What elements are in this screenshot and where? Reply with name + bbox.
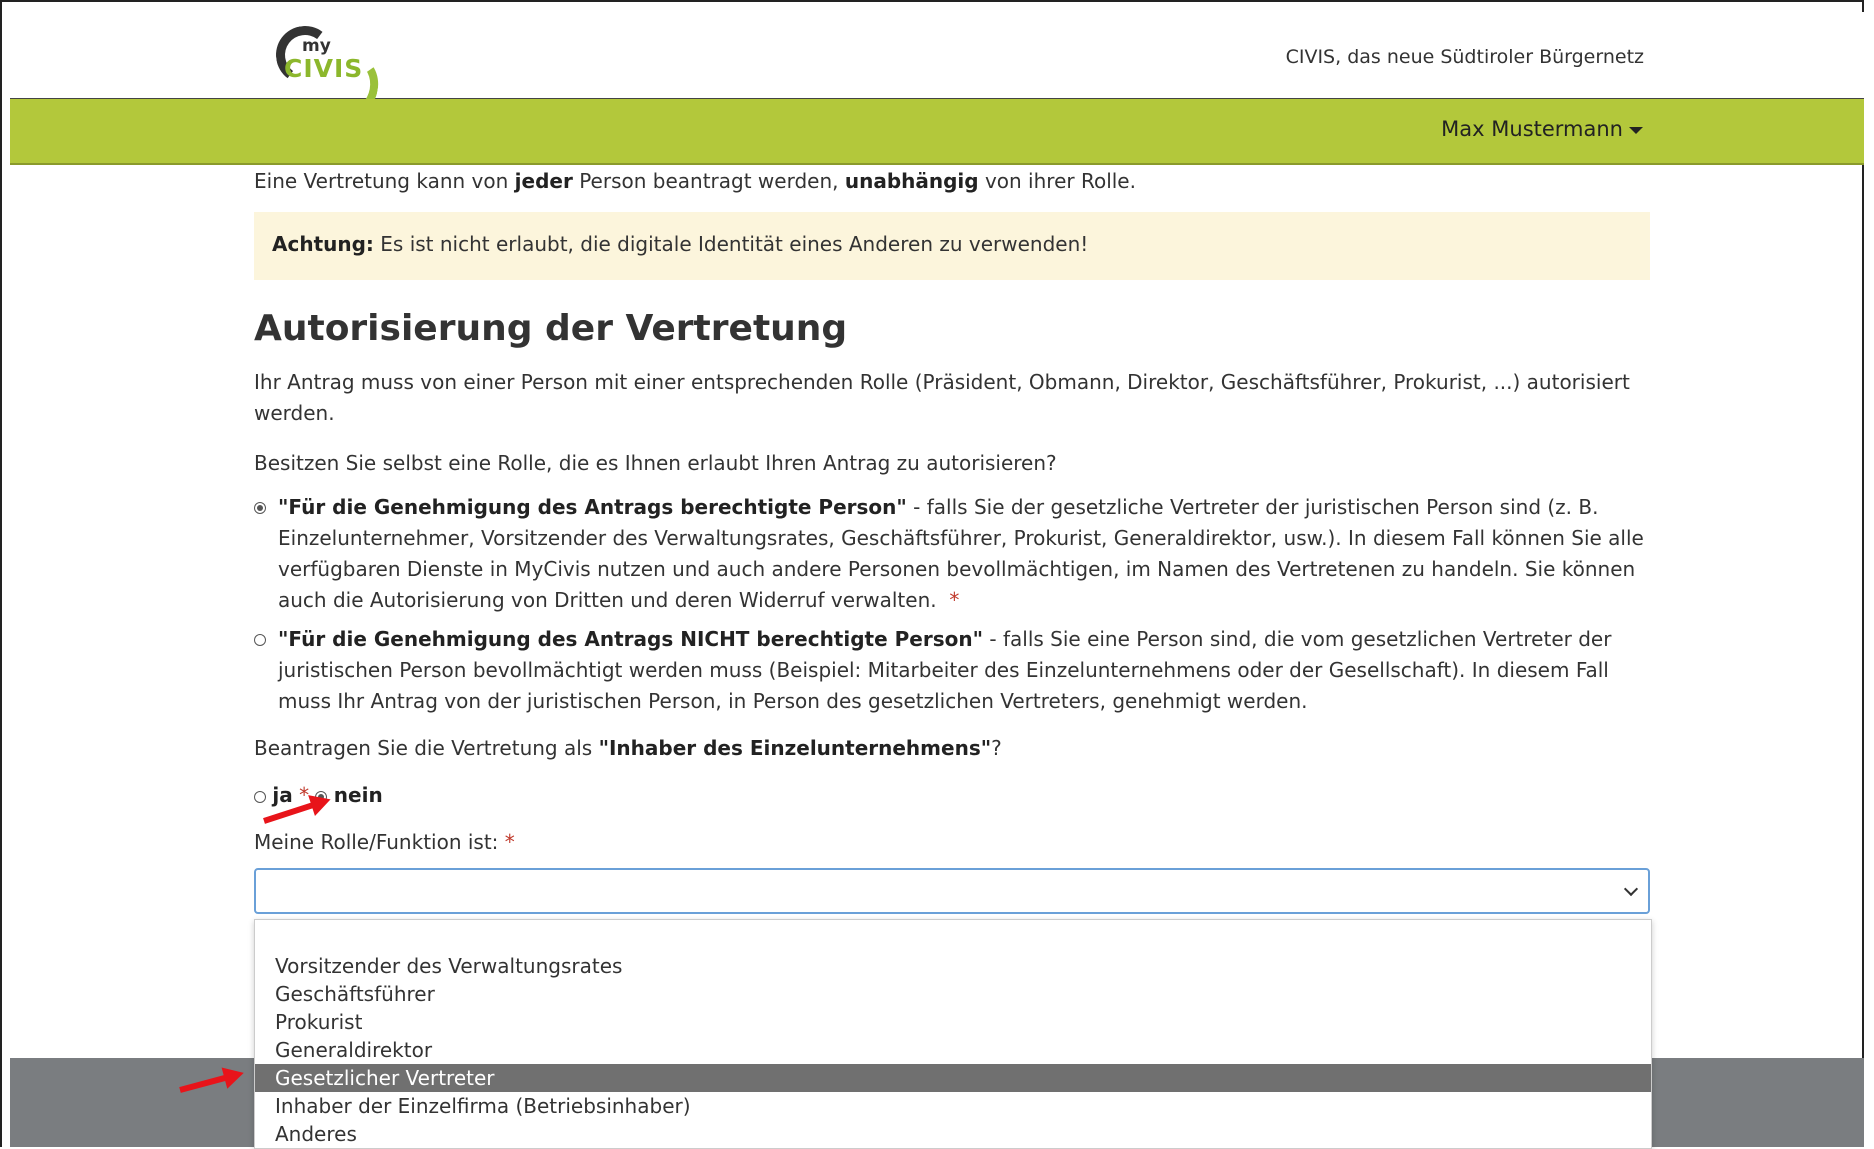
intro-part2: Person beantragt werden, bbox=[572, 169, 845, 193]
role-option[interactable]: Vorsitzender des Verwaltungsrates bbox=[255, 952, 1651, 980]
required-mark: * bbox=[949, 588, 960, 612]
intro-text: Eine Vertretung kann von jeder Person be… bbox=[254, 166, 1136, 197]
role-label-text: Meine Rolle/Funktion ist: bbox=[254, 830, 499, 854]
radio-ja-label[interactable]: ja bbox=[272, 783, 292, 807]
role-option[interactable]: Geschäftsführer bbox=[255, 980, 1651, 1008]
user-menu-button[interactable]: Max Mustermann bbox=[1441, 117, 1643, 141]
warning-alert: Achtung: Es ist nicht erlaubt, die digit… bbox=[254, 212, 1650, 280]
caret-down-icon bbox=[1629, 126, 1643, 134]
role-dropdown-list[interactable]: Vorsitzender des Verwaltungsrates Geschä… bbox=[254, 919, 1652, 1149]
required-mark: * bbox=[504, 830, 515, 854]
intro-bold2: unabhängig bbox=[844, 169, 979, 193]
option-authorized-title: "Für die Genehmigung des Antrags berecht… bbox=[278, 495, 907, 519]
alert-label: Achtung: bbox=[272, 232, 374, 256]
option-not-authorized-person[interactable]: "Für die Genehmigung des Antrags NICHT b… bbox=[254, 624, 1650, 717]
intro-bold1: jeder bbox=[514, 169, 573, 193]
role-option[interactable]: Anderes bbox=[255, 1120, 1651, 1148]
chevron-down-icon bbox=[1623, 881, 1639, 897]
authorization-question: Besitzen Sie selbst eine Rolle, die es I… bbox=[254, 451, 1057, 475]
logo-my-text: my bbox=[302, 36, 331, 56]
radio-not-authorized[interactable] bbox=[254, 634, 266, 646]
top-header: my CIVIS CIVIS, das neue Südtiroler Bürg… bbox=[10, 12, 1864, 120]
owner-question: Beantragen Sie die Vertretung als "Inhab… bbox=[254, 733, 1002, 764]
role-option-selected[interactable]: Gesetzlicher Vertreter bbox=[255, 1064, 1651, 1092]
user-name: Max Mustermann bbox=[1441, 117, 1623, 141]
option-not-authorized-title: "Für die Genehmigung des Antrags NICHT b… bbox=[278, 627, 984, 651]
role-option[interactable]: Generaldirektor bbox=[255, 1036, 1651, 1064]
role-option[interactable]: Prokurist bbox=[255, 1008, 1651, 1036]
header-tagline: CIVIS, das neue Südtiroler Bürgernetz bbox=[1285, 46, 1644, 68]
owner-question-prefix: Beantragen Sie die Vertretung als bbox=[254, 736, 599, 760]
section-description: Ihr Antrag muss von einer Person mit ein… bbox=[254, 370, 1630, 425]
role-label: Meine Rolle/Funktion ist: * bbox=[254, 827, 515, 858]
alert-text: Es ist nicht erlaubt, die digitale Ident… bbox=[373, 232, 1089, 256]
role-select[interactable] bbox=[254, 868, 1650, 914]
intro-part3: von ihrer Rolle. bbox=[978, 169, 1136, 193]
owner-question-suffix: ? bbox=[991, 736, 1002, 760]
radio-authorized[interactable] bbox=[254, 502, 266, 514]
intro-part1: Eine Vertretung kann von bbox=[254, 169, 515, 193]
section-title: Autorisierung der Vertretung bbox=[254, 308, 848, 349]
nav-bar: Max Mustermann bbox=[10, 99, 1864, 165]
role-option[interactable]: Inhaber der Einzelfirma (Betriebsinhaber… bbox=[255, 1092, 1651, 1120]
radio-nein-label[interactable]: nein bbox=[334, 783, 383, 807]
mycivis-logo[interactable]: my CIVIS bbox=[272, 22, 383, 120]
owner-question-bold: "Inhaber des Einzelunternehmens" bbox=[598, 736, 992, 760]
radio-ja[interactable] bbox=[254, 790, 266, 803]
option-authorized-person[interactable]: "Für die Genehmigung des Antrags berecht… bbox=[254, 492, 1650, 616]
